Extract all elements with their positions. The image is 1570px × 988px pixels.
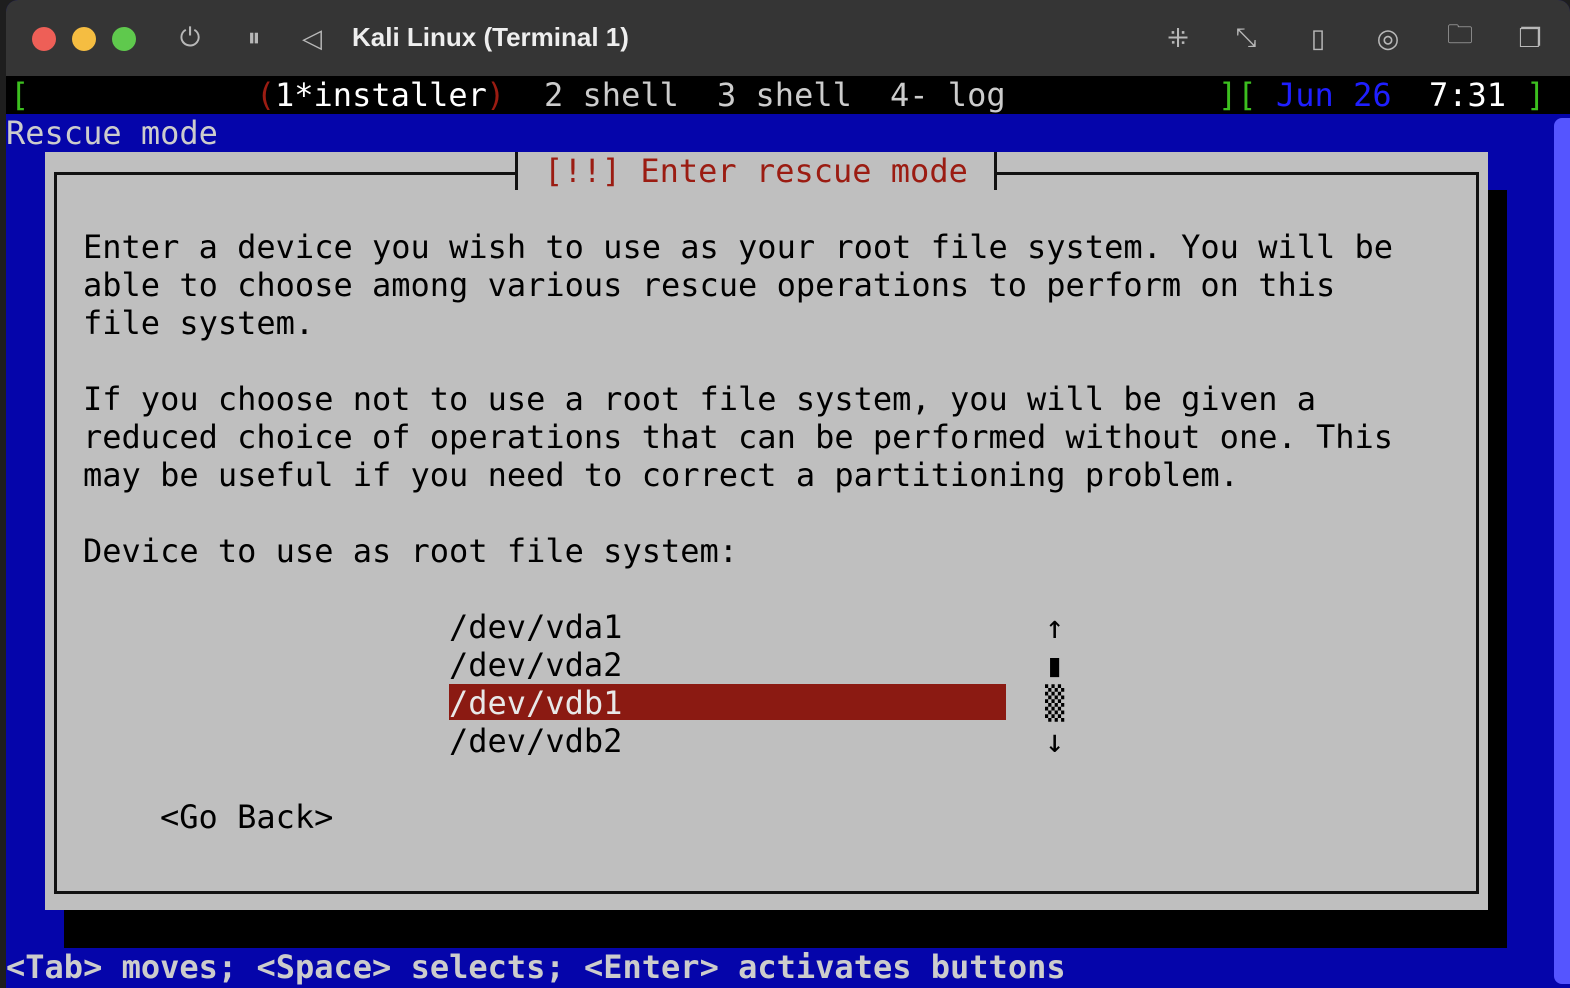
paragraph-line: reduced choice of operations that can be… [83,418,1394,456]
screen-heading: Rescue mode [6,114,218,152]
tmux-window-4[interactable]: 4- log [890,76,1006,114]
paragraph-line: If you choose not to use a root file sys… [83,380,1316,418]
bracket: ( [256,76,276,114]
status-date: Jun 26 [1276,76,1392,114]
scroll-down-icon[interactable]: ↓ [1045,722,1064,760]
dialog-title: [!!] Enter rescue mode [515,152,997,190]
device-option-vdb1-selected[interactable]: /dev/vdb1 [449,684,622,722]
shared-folder-icon[interactable]: 🗀 [1442,19,1478,56]
resize-icon[interactable]: ⤡ [1228,20,1264,56]
rescue-dialog: [!!] Enter rescue mode Enter a device yo… [45,152,1488,910]
bracket: [ [10,76,30,114]
capture-input-icon[interactable]: ⁜ [1160,20,1196,56]
scroll-thumb[interactable]: ▮ [1045,646,1064,684]
usb-icon[interactable]: ▯ [1300,20,1336,56]
window-scrollbar[interactable] [1554,118,1570,984]
close-button[interactable] [32,27,56,51]
zoom-button[interactable] [112,27,136,51]
paragraph-line: Enter a device you wish to use as your r… [83,228,1394,266]
bracket: ) [486,76,506,114]
terminal-window: ⏻ ⏸ ◁ Kali Linux (Terminal 1) ⁜ ⤡ ▯ ◎ 🗀 … [6,0,1570,988]
scroll-up-icon[interactable]: ↑ [1045,608,1064,646]
paragraph-line: may be useful if you need to correct a p… [83,456,1239,494]
tmux-status-bar: [ ( 1*installer ) 2 shell 3 shell 4- log… [6,76,1570,114]
tmux-window-2[interactable]: 2 shell [544,76,679,114]
disc-icon[interactable]: ◎ [1370,20,1406,56]
paragraph-line: able to choose among various rescue oper… [83,266,1336,304]
device-option-vda1[interactable]: /dev/vda1 [449,608,622,646]
back-icon[interactable]: ◁ [294,20,330,56]
title-bar: ⏻ ⏸ ◁ Kali Linux (Terminal 1) ⁜ ⤡ ▯ ◎ 🗀 … [6,0,1570,76]
device-option-vda2[interactable]: /dev/vda2 [449,646,622,684]
minimize-button[interactable] [72,27,96,51]
scroll-track[interactable]: ▒ [1045,684,1064,722]
paragraph-line: file system. [83,304,315,342]
tmux-window-1[interactable]: 1*installer [275,76,487,114]
help-line: <Tab> moves; <Space> selects; <Enter> ac… [6,948,1066,986]
device-prompt: Device to use as root file system: [83,532,739,570]
windows-icon[interactable]: ❐ [1512,20,1548,56]
go-back-button[interactable]: <Go Back> [160,798,333,836]
bracket: ][ [1218,76,1257,114]
tmux-window-3[interactable]: 3 shell [717,76,852,114]
bracket: ] [1526,76,1546,114]
window-title: Kali Linux (Terminal 1) [352,22,629,52]
pause-icon[interactable]: ⏸ [236,20,272,56]
power-icon[interactable]: ⏻ [172,20,208,56]
status-time: 7:31 [1429,76,1507,114]
device-option-vdb2[interactable]: /dev/vdb2 [449,722,622,760]
